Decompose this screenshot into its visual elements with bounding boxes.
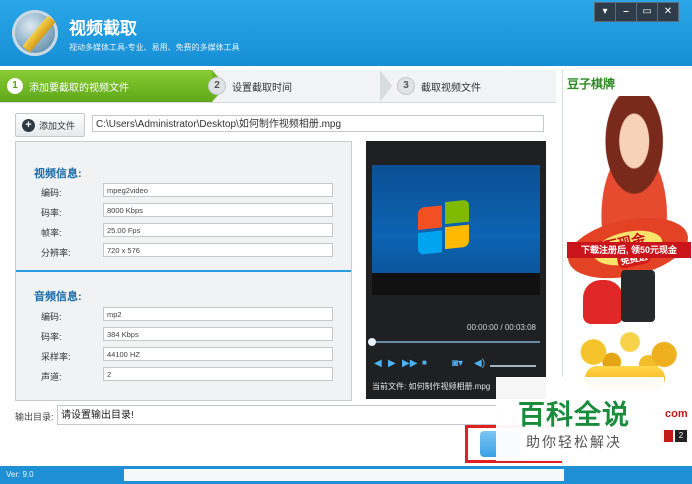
- audio-channels-label: 声道:: [41, 372, 62, 382]
- step-3[interactable]: 3 截取视频文件: [390, 70, 556, 102]
- video-preview: 00:00:00 / 00:03:08 ◀ ▶ ▶▶ ■ ◙▾ ◀) 当前文件:…: [366, 141, 546, 399]
- volume-icon[interactable]: ◀): [474, 358, 485, 369]
- file-path-field[interactable]: C:\Users\Administrator\Desktop\如何制作视频相册.…: [92, 115, 544, 132]
- video-bitrate-label: 码率:: [41, 208, 62, 218]
- close-button[interactable]: ✕: [657, 2, 679, 22]
- rewind-icon[interactable]: ◀: [374, 358, 382, 369]
- minimize-button[interactable]: –: [615, 2, 637, 22]
- ad-brand: 豆子棋牌: [567, 77, 616, 91]
- app-window: 视频截取 视动多媒体工具-专业、易用、免费的多媒体工具 ▾ – ▭ ✕ 1 添加…: [0, 0, 692, 484]
- video-framerate-label: 帧率:: [41, 228, 62, 238]
- step-label: 截取视频文件: [421, 82, 481, 94]
- step-number: 3: [397, 77, 415, 95]
- video-resolution-label: 分辨率:: [41, 248, 71, 258]
- add-file-label: 添加文件: [39, 120, 76, 131]
- plus-icon: +: [22, 118, 35, 132]
- seek-handle[interactable]: [368, 338, 376, 346]
- footer-progress-bar: [124, 469, 564, 481]
- step-number: 2: [208, 77, 226, 95]
- ad-strip: 下载注册后, 领50元现金: [567, 242, 691, 258]
- audio-bitrate-label: 码率:: [41, 332, 62, 342]
- video-resolution-value: 720 x 576: [103, 243, 333, 257]
- phone-icon: [621, 270, 655, 322]
- app-title: 视频截取: [69, 19, 137, 38]
- step-2[interactable]: 2 设置截取时间: [200, 70, 390, 102]
- audio-bitrate-value: 384 Kbps: [103, 327, 333, 341]
- output-dir-label: 输出目录:: [15, 412, 54, 422]
- volume-slider[interactable]: [490, 365, 536, 367]
- menu-dropdown-button[interactable]: ▾: [594, 2, 616, 22]
- current-file-label: 当前文件: 如何制作视频相册.mpg: [372, 382, 491, 391]
- status-bar: Ver: 9.0: [0, 466, 692, 484]
- maximize-button[interactable]: ▭: [636, 2, 658, 22]
- media-info-panel: 视频信息: 编码: mpeg2video 码率: 8000 Kbps 帧率: 2…: [15, 141, 352, 401]
- audio-channels-value: 2: [103, 367, 333, 381]
- watermark-title: 百科全说: [518, 400, 630, 430]
- playback-time: 00:00:00 / 00:03:08: [467, 323, 536, 332]
- audio-samplerate-label: 采样率:: [41, 352, 71, 362]
- step-label: 添加要截取的视频文件: [29, 82, 129, 94]
- app-subtitle: 视动多媒体工具-专业、易用、免费的多媒体工具: [69, 43, 240, 52]
- app-logo: [12, 10, 58, 56]
- audio-samplerate-value: 44100 HZ: [103, 347, 333, 361]
- video-frame: [372, 165, 540, 295]
- video-info-title: 视频信息:: [34, 168, 82, 180]
- video-codec-value: mpeg2video: [103, 183, 333, 197]
- add-file-button[interactable]: + 添加文件: [15, 113, 85, 137]
- step-bar: 1 添加要截取的视频文件 2 设置截取时间 3 截取视频文件: [0, 70, 556, 103]
- section-divider: [16, 270, 351, 272]
- fast-forward-icon[interactable]: ▶▶: [402, 358, 417, 369]
- video-bitrate-value: 8000 Kbps: [103, 203, 333, 217]
- seek-bar[interactable]: [368, 338, 540, 346]
- watermark-subtitle: 助你轻松解决: [526, 434, 622, 450]
- version-label: Ver: 9.0: [6, 470, 34, 479]
- coins-image: [569, 322, 691, 372]
- video-framerate-value: 25.00 Fps: [103, 223, 333, 237]
- ad-domain: com: [665, 408, 688, 420]
- hand-icon: [583, 280, 623, 324]
- screenshot-icon[interactable]: ◙▾: [452, 358, 463, 369]
- title-bar: 视频截取 视动多媒体工具-专业、易用、免费的多媒体工具 ▾ – ▭ ✕: [0, 0, 692, 66]
- pen-icon: [22, 15, 56, 53]
- stop-icon[interactable]: ■: [422, 358, 427, 367]
- ad-page-number[interactable]: 2: [675, 430, 687, 442]
- watermark: 百科全说 助你轻松解决: [496, 377, 664, 461]
- step-1[interactable]: 1 添加要截取的视频文件: [0, 70, 226, 102]
- play-icon[interactable]: ▶: [388, 358, 396, 369]
- windows-logo-icon: [418, 199, 474, 258]
- audio-codec-value: mp2: [103, 307, 333, 321]
- audio-codec-label: 编码:: [41, 312, 62, 322]
- video-codec-label: 编码:: [41, 188, 62, 198]
- taskbar: [372, 273, 540, 295]
- step-number: 1: [7, 78, 23, 94]
- output-dir-field[interactable]: 请设置输出目录!: [57, 405, 497, 425]
- step-label: 设置截取时间: [232, 82, 292, 94]
- audio-info-title: 音频信息:: [34, 291, 82, 303]
